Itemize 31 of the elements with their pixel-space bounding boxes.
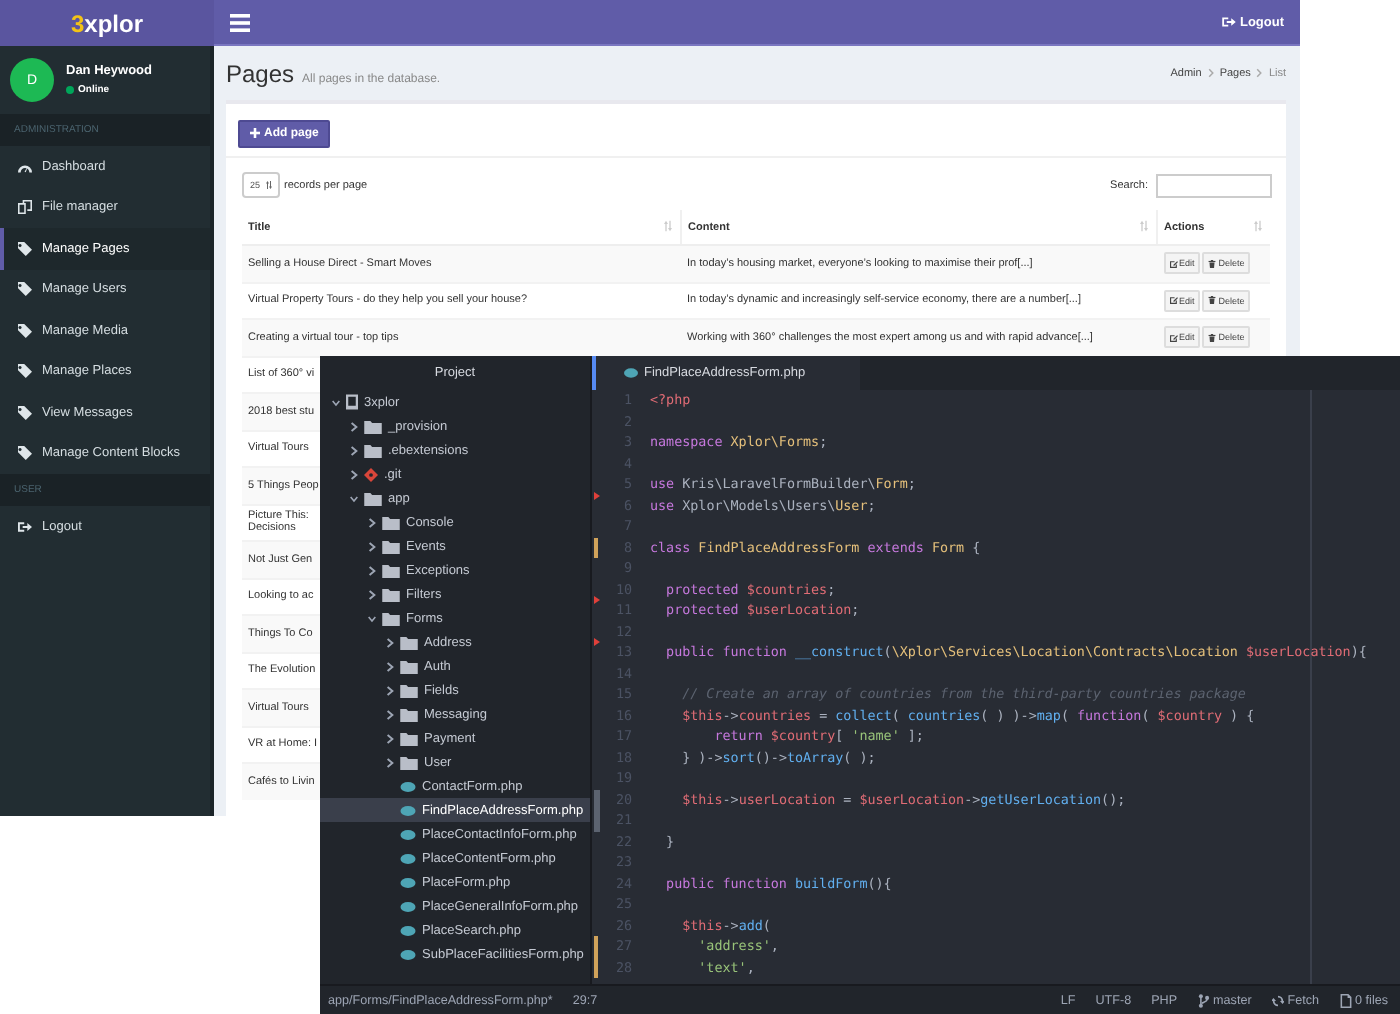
sort-icon [664,220,672,232]
edit-icon [1169,296,1177,305]
chevron-right-icon [1256,68,1263,78]
page-title: Pages [226,59,295,87]
sort-icon [266,180,273,190]
trash-icon [1208,333,1217,342]
sort-icon [1254,220,1262,232]
menu-icon [230,13,250,31]
trash-icon [1208,296,1217,305]
menu-button[interactable] [226,9,254,35]
trash-icon [1208,259,1217,268]
repository-icon [346,394,358,410]
chevron-right-icon [1207,68,1214,78]
diamond-icon [364,467,378,481]
tag-icon [18,364,32,379]
branch-icon [1197,993,1210,1007]
tag-icon [18,323,32,338]
tag-icon [18,446,32,461]
logout-icon [1221,16,1236,28]
plus-icon [250,128,260,138]
logout-icon [18,519,32,534]
tag-icon [18,282,32,297]
edit-icon [1169,333,1177,342]
sync-icon [1271,993,1284,1007]
tag-icon [18,241,32,256]
tag-icon [18,405,32,420]
edit-icon [1169,259,1177,268]
sort-icon [1140,220,1148,232]
logo: 3xplor [0,0,214,46]
search-field[interactable] [1156,173,1272,197]
files-icon [18,200,32,215]
